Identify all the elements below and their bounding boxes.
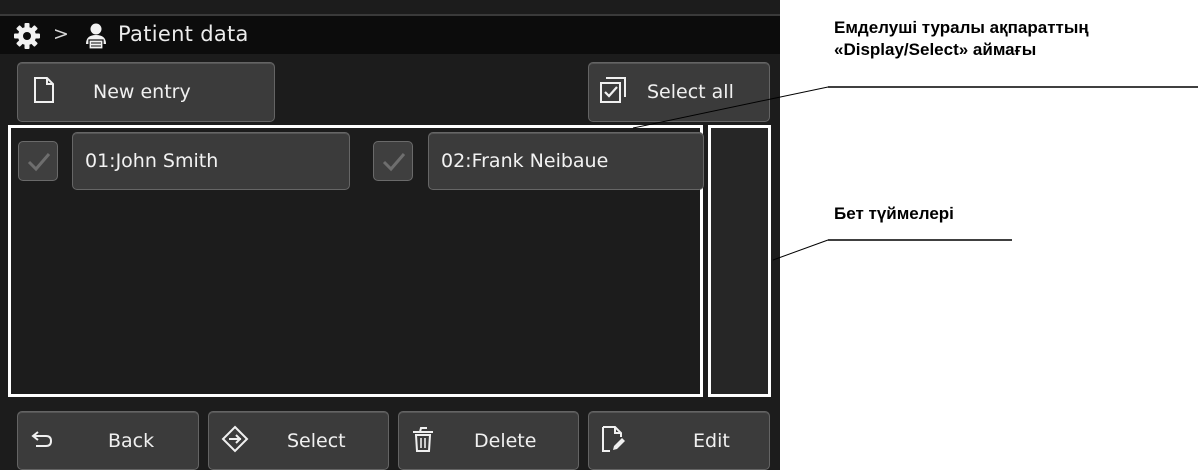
display-select-callout: Емделуші туралы ақпараттың «Display/Sele… bbox=[834, 17, 1089, 61]
display-select-callout-line1: Емделуші туралы ақпараттың bbox=[834, 18, 1089, 37]
page-buttons-callout: Бет түймелері bbox=[834, 204, 954, 223]
display-select-callout-line2: «Display/Select» аймағы bbox=[834, 40, 1037, 59]
callout-lines bbox=[632, 86, 1198, 261]
